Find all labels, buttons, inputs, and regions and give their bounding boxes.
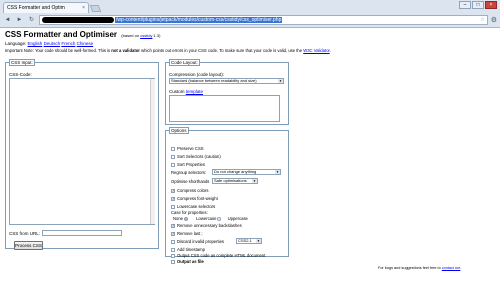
important-note: Important Note: Your code should be well… xyxy=(5,48,331,53)
minimize-button[interactable]: – xyxy=(459,1,471,9)
compression-label: Compression (code layout): xyxy=(169,72,225,77)
template-link[interactable]: template xyxy=(186,89,203,94)
sort-selectors-option[interactable]: Sort Selectors (caution) xyxy=(171,154,221,159)
regroup-selectors-row: Regroup selectors: xyxy=(171,170,207,175)
footer-note: For bugs and suggestions feel free to co… xyxy=(378,266,462,270)
custom-template-label: Custom template xyxy=(169,89,204,94)
w3c-validator-link[interactable]: W3C Validator xyxy=(303,48,329,53)
maximize-button[interactable]: □ xyxy=(472,1,484,9)
remove-backslashes-option[interactable]: ✓ Remove unnecessary backslashes xyxy=(171,223,242,228)
lowercase-selectors-option[interactable]: Lowercase selectors xyxy=(171,204,215,209)
case-radio-group: None Lowercase Uppercase xyxy=(173,216,248,221)
language-label: Language: xyxy=(5,41,27,46)
sort-properties-checkbox[interactable] xyxy=(171,162,175,167)
case-lowercase-radio[interactable] xyxy=(217,216,222,221)
compression-value: Standard (balance between readability an… xyxy=(171,78,257,83)
output-as-file-checkbox[interactable] xyxy=(171,259,175,264)
contact-me-link[interactable]: contact me xyxy=(442,266,461,270)
browser-toolbar: ◄ ► ↻ /wp-content/plugins/jetpack/module… xyxy=(0,13,500,27)
output-as-file-option[interactable]: Output as file xyxy=(171,259,204,264)
browser-chrome: CSS Formatter and Optim × – □ × ◄ ► ↻ /w… xyxy=(0,0,500,28)
language-english-link[interactable]: English xyxy=(28,41,43,46)
remove-backslashes-checkbox[interactable]: ✓ xyxy=(171,223,175,228)
tab-close-icon[interactable]: × xyxy=(82,5,85,11)
discard-invalid-option[interactable]: Discard invalid properties xyxy=(171,239,224,244)
redacted-domain xyxy=(42,17,114,23)
based-on-note: (based on csstidy 1.3) xyxy=(121,33,161,38)
wrench-icon[interactable]: ⚙ xyxy=(491,16,497,24)
compress-colors-option[interactable]: ✓ Compress colors xyxy=(171,188,208,193)
optimise-shorthands-select[interactable]: Safe optimisations ▼ xyxy=(212,178,258,184)
window-controls: – □ × xyxy=(459,1,497,9)
regroup-selectors-select[interactable]: Do not change anything ▼ xyxy=(212,169,281,175)
chevron-down-icon: ▼ xyxy=(275,170,280,174)
css-level-select[interactable]: CSS2.1 ▼ xyxy=(236,238,262,244)
compression-select[interactable]: Standard (balance between readability an… xyxy=(169,78,284,84)
textarea-scrollbar[interactable] xyxy=(150,79,155,224)
browser-tab[interactable]: CSS Formatter and Optim × xyxy=(3,2,89,13)
close-window-button[interactable]: × xyxy=(485,1,497,9)
preserve-css-checkbox[interactable] xyxy=(171,146,175,151)
url-path: /wp-content/plugins/jetpack/modules/cust… xyxy=(115,17,283,23)
address-bar[interactable]: /wp-content/plugins/jetpack/modules/cust… xyxy=(39,15,488,25)
output-html-option[interactable]: Output CSS code as complete HTML documen… xyxy=(171,253,265,258)
lowercase-selectors-checkbox[interactable] xyxy=(171,204,175,209)
remove-last-semicolon-option[interactable]: ✓ Remove last ; xyxy=(171,231,203,236)
custom-template-textarea[interactable] xyxy=(169,95,280,122)
compress-colors-checkbox[interactable]: ✓ xyxy=(171,188,175,193)
css-input-fieldset: CSS Input: CSS-Code: CSS from URL: Proce… xyxy=(5,59,159,250)
add-timestamp-option[interactable]: Add timestamp xyxy=(171,247,205,252)
sort-properties-option[interactable]: Sort Properties xyxy=(171,162,205,167)
star-icon[interactable]: ☆ xyxy=(480,17,484,23)
css-url-label: CSS from URL: xyxy=(9,231,41,236)
process-css-button[interactable]: Process CSS xyxy=(14,241,43,250)
optimise-shorthands-row: Optimise shorthands xyxy=(171,179,210,184)
csstidy-link[interactable]: csstidy xyxy=(140,33,152,38)
case-label: Case for properties: xyxy=(171,210,208,215)
preserve-css-option[interactable]: Preserve CSS xyxy=(171,146,204,151)
compress-font-weight-checkbox[interactable]: ✓ xyxy=(171,196,175,201)
discard-invalid-checkbox[interactable] xyxy=(171,239,175,244)
remove-last-semicolon-checkbox[interactable]: ✓ xyxy=(171,231,175,236)
sort-selectors-checkbox[interactable] xyxy=(171,154,175,159)
output-html-checkbox[interactable] xyxy=(171,253,175,258)
options-legend: Options xyxy=(169,127,189,134)
back-icon[interactable]: ◄ xyxy=(3,16,12,25)
options-fieldset: Options Preserve CSS Sort Selectors (cau… xyxy=(165,127,289,264)
tab-title: CSS Formatter and Optim xyxy=(7,5,65,11)
new-tab-button[interactable] xyxy=(89,5,102,12)
reload-icon[interactable]: ↻ xyxy=(27,16,36,25)
page-title: CSS Formatter and Optimiser xyxy=(5,30,118,39)
case-none-radio[interactable] xyxy=(184,216,189,221)
chevron-down-icon: ▼ xyxy=(256,239,261,243)
language-chinese-link[interactable]: Chinese xyxy=(77,41,94,46)
chevron-down-icon: ▼ xyxy=(278,79,283,83)
css-input-legend: CSS Input: xyxy=(9,59,35,66)
css-url-input[interactable] xyxy=(42,230,122,236)
css-code-textarea[interactable] xyxy=(9,78,155,225)
add-timestamp-checkbox[interactable] xyxy=(171,247,175,252)
code-layout-fieldset: Code Layout: Compression (code layout): … xyxy=(165,59,289,125)
language-french-link[interactable]: French xyxy=(61,41,75,46)
chevron-down-icon: ▼ xyxy=(252,179,257,183)
code-layout-legend: Code Layout: xyxy=(169,59,200,66)
css-code-label: CSS-Code: xyxy=(9,72,32,77)
forward-icon[interactable]: ► xyxy=(15,16,24,25)
language-deutsch-link[interactable]: Deutsch xyxy=(44,41,61,46)
language-selector: Language: English Deutsch French Chinese xyxy=(5,41,495,46)
compress-font-weight-option[interactable]: ✓ Compress font-weight xyxy=(171,196,218,201)
